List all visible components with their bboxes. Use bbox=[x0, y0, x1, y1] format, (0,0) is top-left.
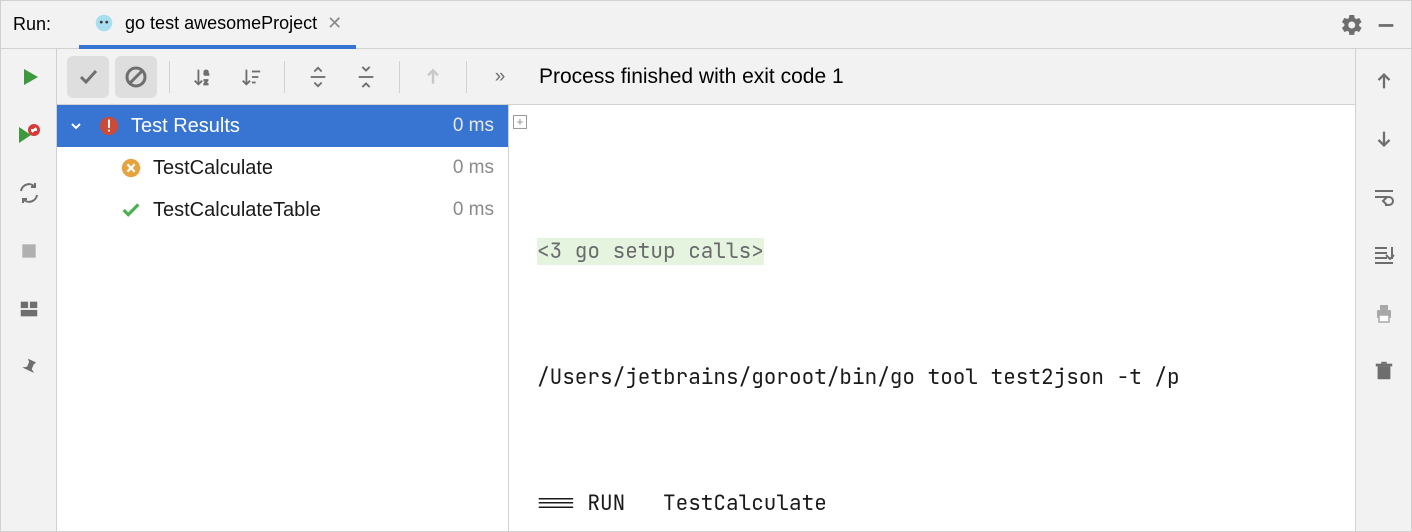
pass-check-icon bbox=[119, 198, 143, 222]
test-tree[interactable]: Test Results 0 ms TestCalculate 0 ms Tes… bbox=[57, 105, 509, 531]
run-icon[interactable] bbox=[11, 59, 47, 95]
toolbar-status-text: Process finished with exit code 1 bbox=[539, 65, 844, 89]
tree-item-label: TestCalculateTable bbox=[153, 199, 443, 222]
scroll-down-icon[interactable] bbox=[1366, 121, 1402, 157]
svg-text:a: a bbox=[204, 68, 209, 77]
test-toolbar: az » Process finished with exit code 1 bbox=[57, 49, 1355, 105]
tree-item-time: 0 ms bbox=[453, 199, 494, 221]
console-output[interactable]: + <3 go setup calls> /Users/jetbrains/go… bbox=[509, 105, 1355, 531]
layout-icon[interactable] bbox=[11, 291, 47, 327]
header-bar: Run: go test awesomeProject ✕ bbox=[1, 1, 1411, 49]
soft-wrap-icon[interactable] bbox=[1366, 179, 1402, 215]
tree-item-time: 0 ms bbox=[453, 157, 494, 179]
pin-icon[interactable] bbox=[11, 349, 47, 385]
tree-item-label: TestCalculate bbox=[153, 157, 443, 180]
svg-text:z: z bbox=[204, 77, 208, 86]
settings-icon[interactable] bbox=[1335, 8, 1369, 42]
trash-icon[interactable] bbox=[1366, 353, 1402, 389]
console-line: /Users/jetbrains/goroot/bin/go tool test… bbox=[515, 357, 1355, 399]
console-line: === RUN TestCalculate bbox=[515, 483, 1355, 525]
fold-summary[interactable]: <3 go setup calls> bbox=[537, 238, 764, 265]
fail-circle-icon bbox=[97, 114, 121, 138]
fail-x-icon bbox=[119, 156, 143, 180]
expand-all-icon[interactable] bbox=[297, 56, 339, 98]
fold-expand-icon[interactable]: + bbox=[513, 115, 527, 129]
show-ignored-icon[interactable] bbox=[115, 56, 157, 98]
toggle-auto-test-icon[interactable] bbox=[11, 175, 47, 211]
collapse-all-icon[interactable] bbox=[345, 56, 387, 98]
minimize-icon[interactable] bbox=[1369, 8, 1403, 42]
run-label: Run: bbox=[13, 14, 51, 35]
rerun-failed-icon[interactable] bbox=[11, 117, 47, 153]
right-action-gutter bbox=[1355, 49, 1411, 531]
tree-root-label: Test Results bbox=[131, 115, 443, 138]
sort-icon[interactable]: az bbox=[182, 56, 224, 98]
close-tab-icon[interactable]: ✕ bbox=[327, 13, 342, 34]
go-icon bbox=[93, 12, 115, 34]
print-icon[interactable] bbox=[1366, 295, 1402, 331]
scroll-up-icon[interactable] bbox=[1366, 63, 1402, 99]
left-action-gutter bbox=[1, 49, 57, 531]
prev-failed-icon[interactable] bbox=[412, 56, 454, 98]
sort-duration-icon[interactable] bbox=[230, 56, 272, 98]
tree-root-row[interactable]: Test Results 0 ms bbox=[57, 105, 508, 147]
tree-root-time: 0 ms bbox=[453, 115, 494, 137]
stop-icon[interactable] bbox=[11, 233, 47, 269]
scroll-to-end-icon[interactable] bbox=[1366, 237, 1402, 273]
more-toolbar-icon[interactable]: » bbox=[479, 56, 521, 98]
tab-title: go test awesomeProject bbox=[125, 13, 317, 34]
tree-item-pass[interactable]: TestCalculateTable 0 ms bbox=[57, 189, 508, 231]
chevron-down-icon[interactable] bbox=[65, 118, 87, 134]
tree-item-fail[interactable]: TestCalculate 0 ms bbox=[57, 147, 508, 189]
show-passed-icon[interactable] bbox=[67, 56, 109, 98]
run-config-tab[interactable]: go test awesomeProject ✕ bbox=[79, 1, 356, 49]
